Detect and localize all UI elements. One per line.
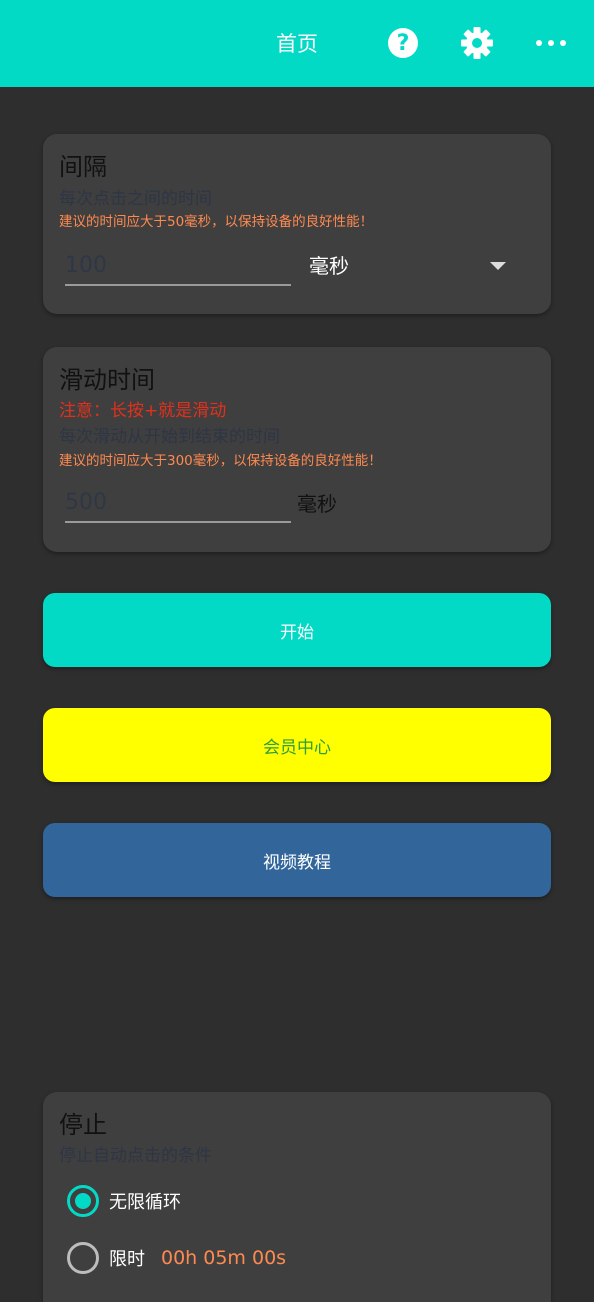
video-tutorial-button[interactable]: 视频教程 (43, 823, 551, 897)
swipe-title: 滑动时间 (59, 366, 155, 394)
vip-center-button[interactable]: 会员中心 (43, 708, 551, 782)
swipe-warning: 建议的时间应大于300毫秒，以保持设备的良好性能！ (59, 453, 382, 469)
time-limit-label: 限时 (109, 1249, 145, 1270)
radio-unchecked-icon[interactable] (67, 1242, 99, 1274)
page-title: 首页 (276, 32, 318, 56)
radio-checked-icon[interactable] (67, 1185, 99, 1217)
start-button[interactable]: 开始 (43, 593, 551, 667)
interval-warning: 建议的时间应大于50毫秒，以保持设备的良好性能！ (59, 214, 374, 230)
interval-title: 间隔 (59, 153, 107, 181)
stop-title: 停止 (59, 1111, 107, 1139)
swipe-unit-label: 毫秒 (297, 492, 337, 516)
interval-input[interactable] (65, 246, 291, 286)
time-limit-value[interactable]: 00h 05m 00s (161, 1247, 286, 1269)
gear-icon[interactable] (460, 26, 494, 60)
swipe-card: 滑动时间 注意：长按+就是滑动 每次滑动从开始到结束的时间 建议的时间应大于30… (43, 347, 551, 552)
interval-card: 间隔 每次点击之间的时间 建议的时间应大于50毫秒，以保持设备的良好性能！ 毫秒 (43, 134, 551, 314)
swipe-note: 注意：长按+就是滑动 (59, 401, 227, 421)
stop-description: 停止自动点击的条件 (59, 1146, 212, 1166)
stop-card: 停止 停止自动点击的条件 无限循环 限时 00h 05m 00s (43, 1092, 551, 1302)
interval-description: 每次点击之间的时间 (59, 189, 212, 209)
chevron-down-icon[interactable] (490, 262, 506, 270)
more-icon[interactable] (534, 26, 568, 60)
app-bar: 首页 ? (0, 0, 594, 87)
radio-time-limit[interactable]: 限时 00h 05m 00s (67, 1241, 286, 1275)
radio-infinite-loop[interactable]: 无限循环 (67, 1184, 181, 1218)
swipe-input[interactable] (65, 483, 291, 523)
help-icon[interactable]: ? (386, 26, 420, 60)
interval-unit-select[interactable]: 毫秒 (309, 252, 349, 280)
radio-dot (75, 1193, 91, 1209)
infinite-loop-label: 无限循环 (109, 1192, 181, 1213)
swipe-description: 每次滑动从开始到结束的时间 (59, 427, 280, 447)
svg-text:?: ? (397, 31, 410, 56)
